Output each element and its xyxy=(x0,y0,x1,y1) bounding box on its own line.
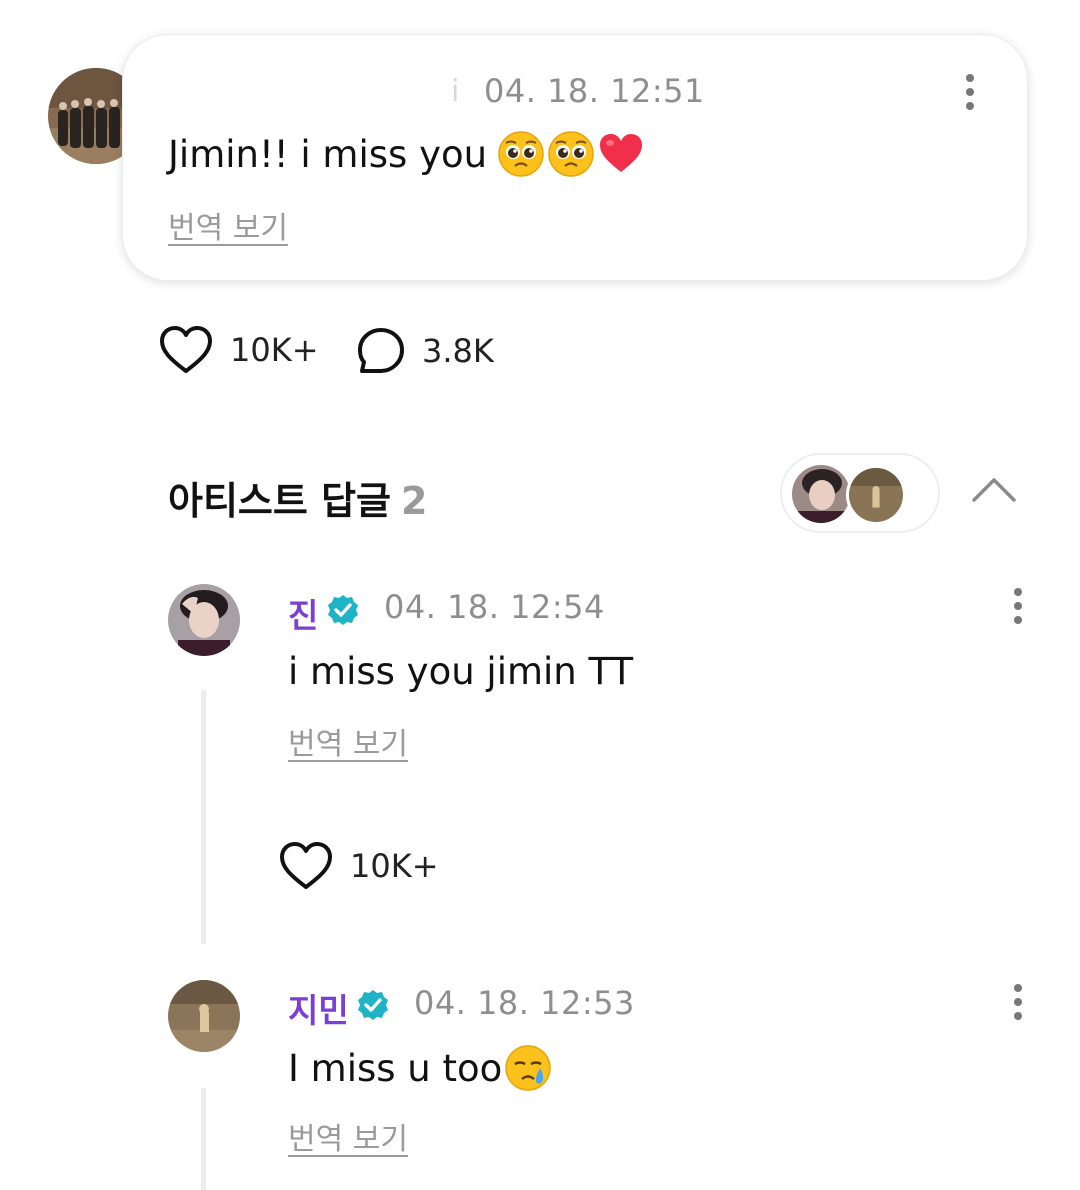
reply-translate-link[interactable]: 번역 보기 xyxy=(288,719,408,763)
reply-author-name[interactable]: 지민 xyxy=(288,984,349,1032)
reply-text: I miss u too xyxy=(288,1046,503,1090)
post-comment-count: 3.8K xyxy=(422,332,494,370)
reply-text: i miss you jimin TT xyxy=(288,650,634,693)
artist-replies-count: 2 xyxy=(401,479,428,523)
faint-prefix: i xyxy=(451,74,460,109)
reply-like-count: 10K+ xyxy=(350,847,439,885)
post-more-options-icon[interactable] xyxy=(960,74,980,118)
artist-avatar-jimin-small xyxy=(846,465,906,525)
post-translate-link[interactable]: 번역 보기 xyxy=(168,203,288,247)
crying-face-emoji xyxy=(504,1044,552,1092)
reply-author-name[interactable]: 진 xyxy=(288,589,318,637)
artist-replies-title: 아티스트 답글 xyxy=(168,479,391,523)
post-timestamp: 04. 18. 12:51 xyxy=(484,72,705,110)
post-like-stat[interactable]: 10K+ xyxy=(158,324,319,376)
pleading-face-emoji xyxy=(497,130,545,178)
comment-bubble-icon xyxy=(358,328,404,373)
reply-body: I miss u too xyxy=(288,1044,552,1092)
post-comment-stat[interactable]: 3.8K xyxy=(356,326,494,376)
reply-timestamp: 04. 18. 12:54 xyxy=(384,588,605,626)
reply-more-options-icon[interactable] xyxy=(1008,588,1028,632)
heart-outline-icon xyxy=(160,326,212,373)
collapse-chevron-up-icon[interactable] xyxy=(970,474,1018,504)
post-like-count: 10K+ xyxy=(230,331,319,369)
artist-replies-header: 아티스트 답글 2 xyxy=(168,470,427,525)
thread-line xyxy=(201,690,206,944)
red-heart-emoji xyxy=(597,130,645,178)
reply-more-options-icon[interactable] xyxy=(1008,984,1028,1028)
verified-badge-icon xyxy=(358,990,388,1020)
heart-outline-icon xyxy=(280,842,332,889)
artist-avatars-pill[interactable] xyxy=(780,453,940,533)
reply-timestamp: 04. 18. 12:53 xyxy=(414,984,635,1022)
pleading-face-emoji xyxy=(547,130,595,178)
reply-like-stat[interactable]: 10K+ xyxy=(278,840,439,892)
reply-avatar-jin[interactable] xyxy=(168,584,240,656)
reply-avatar-jimin[interactable] xyxy=(168,980,240,1052)
artist-avatar-jin-small xyxy=(792,465,850,523)
verified-badge-icon xyxy=(328,595,358,625)
post-body: Jimin!! i miss you xyxy=(168,130,645,178)
thread-line xyxy=(201,1088,206,1190)
post-text: Jimin!! i miss you xyxy=(168,132,488,176)
reply-translate-link[interactable]: 번역 보기 xyxy=(288,1114,408,1158)
